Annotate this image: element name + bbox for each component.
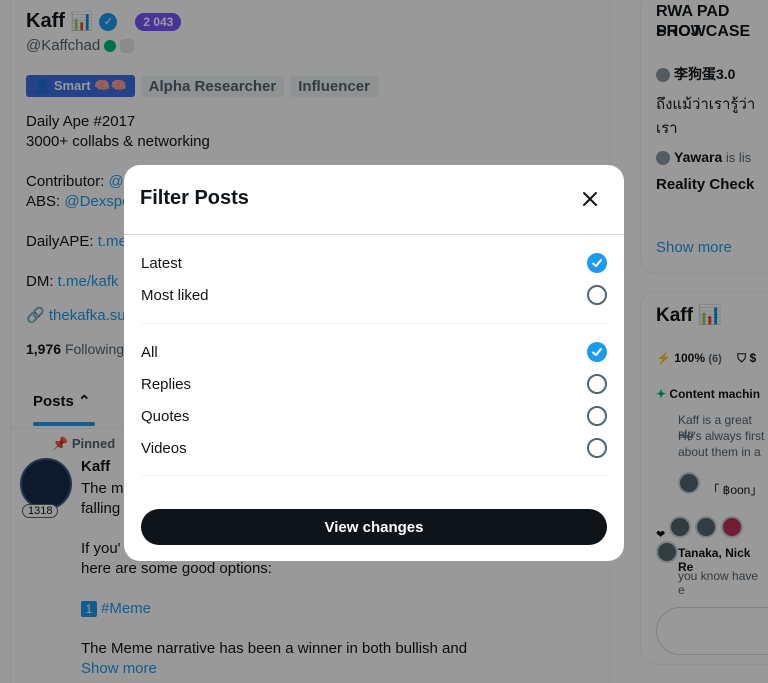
radio-quotes[interactable] xyxy=(587,406,607,426)
close-icon xyxy=(583,192,597,206)
radio-latest[interactable] xyxy=(587,253,607,273)
filter-posts-modal: Filter Posts Latest Most liked All Repli… xyxy=(124,165,624,561)
option-quotes[interactable]: Quotes xyxy=(141,400,607,432)
modal-title: Filter Posts xyxy=(140,187,249,209)
option-most-liked[interactable]: Most liked xyxy=(141,279,607,311)
option-label: Most liked xyxy=(141,286,209,304)
radio-most-liked[interactable] xyxy=(587,285,607,305)
modal-header-divider xyxy=(124,234,624,235)
option-label: Latest xyxy=(141,254,182,272)
option-label: All xyxy=(141,343,158,361)
radio-videos[interactable] xyxy=(587,438,607,458)
option-videos[interactable]: Videos xyxy=(141,432,607,464)
option-label: Videos xyxy=(141,439,187,457)
group-divider xyxy=(141,323,607,324)
option-replies[interactable]: Replies xyxy=(141,368,607,400)
radio-replies[interactable] xyxy=(587,374,607,394)
option-all[interactable]: All xyxy=(141,336,607,368)
option-latest[interactable]: Latest xyxy=(141,247,607,279)
close-button[interactable] xyxy=(574,183,606,215)
radio-all[interactable] xyxy=(587,342,607,362)
option-label: Replies xyxy=(141,375,192,393)
option-label: Quotes xyxy=(141,407,190,425)
check-icon xyxy=(592,259,602,267)
view-changes-button[interactable]: View changes xyxy=(141,509,607,545)
check-icon xyxy=(592,348,602,356)
group-divider xyxy=(141,475,607,476)
